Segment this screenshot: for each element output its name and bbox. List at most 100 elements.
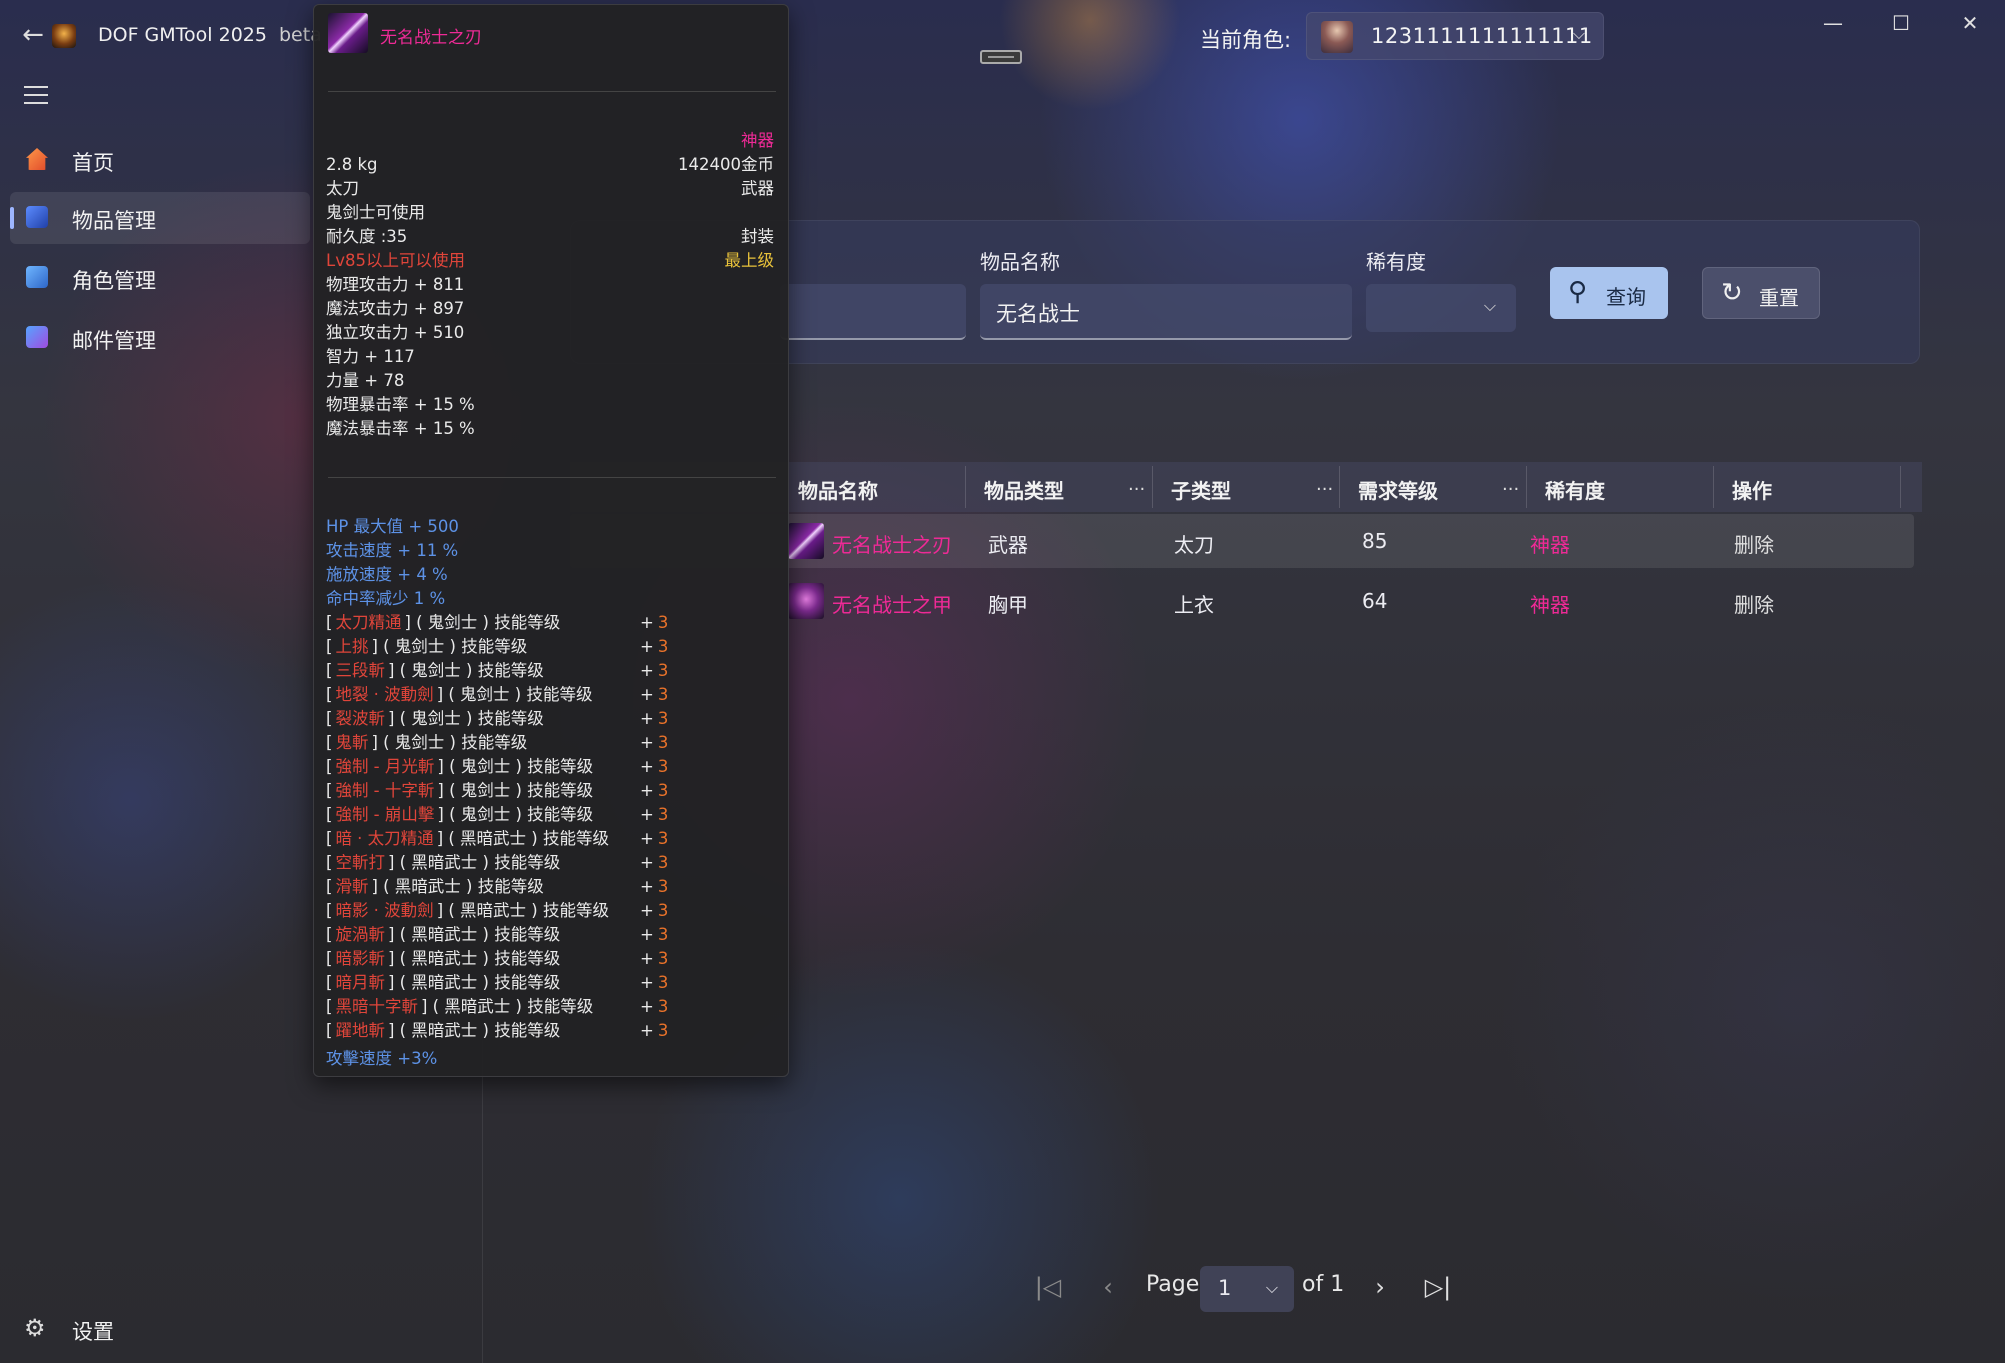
sidebar-item-label: 邮件管理: [72, 329, 156, 353]
chevron-down-icon: ⌵: [1483, 296, 1496, 315]
col-level-menu[interactable]: ...: [1502, 474, 1519, 495]
menu-icon[interactable]: [24, 86, 48, 104]
col-name[interactable]: 物品名称: [798, 475, 878, 504]
settings-button[interactable]: 设置: [72, 1316, 114, 1346]
col-subtype[interactable]: 子类型: [1171, 475, 1231, 504]
skill-name: 上挑: [335, 637, 369, 656]
skill-bonus: +3: [640, 995, 668, 1019]
sidebar-item-label: 角色管理: [72, 269, 156, 293]
col-type[interactable]: 物品类型: [984, 475, 1064, 504]
skill-close: ]: [371, 877, 378, 896]
skill-bonus: +3: [640, 1019, 668, 1043]
skill-close: ]: [371, 637, 378, 656]
tooltip-skill-row: [黑暗十字斬] ( 黑暗武士 ) 技能等级 +3: [326, 995, 786, 1019]
column-divider[interactable]: [1152, 466, 1153, 508]
skill-value: 3: [657, 973, 669, 992]
page-label: Page: [1146, 1272, 1200, 1297]
tooltip-stat: 物理暴击率 + 15 %: [326, 395, 475, 414]
column-divider[interactable]: [1713, 466, 1714, 508]
rarity-select[interactable]: ⌵: [1366, 284, 1516, 332]
column-divider[interactable]: [1339, 466, 1340, 508]
first-page-icon[interactable]: |◁: [1030, 1270, 1066, 1306]
tooltip-skill-row: [地裂 · 波動劍] ( 鬼剑士 ) 技能等级 +3: [326, 683, 786, 707]
tooltip-category: 武器: [741, 179, 774, 198]
col-type-menu[interactable]: ...: [1128, 474, 1145, 495]
tooltip-skill-row: [強制 - 十字斬] ( 鬼剑士 ) 技能等级 +3: [326, 779, 786, 803]
tooltip-sealed: 封装: [741, 227, 774, 246]
skill-desc: ( 黑暗武士 ) 技能等级: [399, 925, 561, 944]
next-page-icon[interactable]: ›: [1362, 1270, 1398, 1306]
skill-open: [: [326, 877, 333, 896]
skill-plus: +: [640, 973, 654, 992]
tooltip-skill-row: [強制 - 崩山擊] ( 鬼剑士 ) 技能等级 +3: [326, 803, 786, 827]
skill-close: ]: [436, 685, 444, 704]
refresh-icon: ↻: [1721, 278, 1743, 308]
skill-bonus: +3: [640, 851, 668, 875]
item-tooltip: 无名战士之刃 神器 2.8 kg 142400金币 太刀 武器 鬼剑士可使用 耐…: [313, 4, 789, 1077]
gear-icon[interactable]: ⚙: [24, 1316, 48, 1340]
skill-desc: ( 鬼剑士 ) 技能等级: [416, 613, 561, 632]
item-subtype: 上衣: [1174, 593, 1214, 617]
item-icon: [788, 583, 824, 619]
skill-desc: ( 鬼剑士 ) 技能等级: [449, 757, 594, 776]
column-divider[interactable]: [1526, 466, 1527, 508]
page-select[interactable]: 1 ⌵: [1200, 1266, 1294, 1312]
skill-plus: +: [640, 733, 654, 752]
skill-plus: +: [640, 709, 654, 728]
col-action[interactable]: 操作: [1732, 475, 1772, 504]
col-subtype-menu[interactable]: ...: [1316, 474, 1333, 495]
skill-open: [: [326, 637, 333, 656]
drag-handle[interactable]: [980, 50, 1022, 64]
col-rarity[interactable]: 稀有度: [1545, 475, 1605, 504]
divider: [328, 91, 776, 92]
tooltip-skill-row: [暗月斬] ( 黑暗武士 ) 技能等级 +3: [326, 971, 786, 995]
sidebar-item-items[interactable]: 物品管理: [10, 192, 310, 244]
last-page-icon[interactable]: ▷|: [1420, 1270, 1456, 1306]
skill-close: ]: [387, 709, 395, 728]
sidebar-item-home[interactable]: 首页: [10, 134, 310, 186]
maximize-button[interactable]: ☐: [1871, 8, 1931, 38]
query-button[interactable]: ⚲ 查询: [1550, 267, 1668, 319]
role-select[interactable]: 1231111111111111 ⌵: [1306, 12, 1604, 60]
skill-name: 強制 - 十字斬: [335, 781, 435, 800]
skill-close: ]: [387, 661, 395, 680]
skill-value: 3: [657, 829, 669, 848]
prev-page-icon[interactable]: ‹: [1090, 1270, 1126, 1306]
sidebar-item-roles[interactable]: 角色管理: [10, 252, 310, 304]
skill-bonus: +3: [640, 611, 668, 635]
chevron-down-icon: ⌵: [1265, 1278, 1278, 1297]
skill-value: 3: [657, 997, 669, 1016]
reset-button[interactable]: ↻ 重置: [1702, 267, 1820, 319]
page-total: of 1: [1302, 1272, 1345, 1297]
tooltip-skill-row: [上挑] ( 鬼剑士 ) 技能等级 +3: [326, 635, 786, 659]
item-name-input[interactable]: 无名战士: [980, 284, 1352, 340]
delete-button[interactable]: 删除: [1734, 589, 1774, 618]
skill-desc: ( 鬼剑士 ) 技能等级: [399, 661, 544, 680]
filter-input-left[interactable]: [780, 284, 966, 340]
delete-button[interactable]: 删除: [1734, 529, 1774, 558]
skill-bonus: +3: [640, 971, 668, 995]
tooltip-skill-row: [滑斬] ( 黑暗武士 ) 技能等级 +3: [326, 875, 786, 899]
skill-plus: +: [640, 853, 654, 872]
tooltip-durability: 耐久度 :35: [326, 227, 408, 246]
column-divider[interactable]: [965, 466, 966, 508]
close-button[interactable]: ✕: [1940, 8, 2000, 38]
sidebar-item-mail[interactable]: 邮件管理: [10, 312, 310, 364]
tooltip-skill-row: [三段斬] ( 鬼剑士 ) 技能等级 +3: [326, 659, 786, 683]
minimize-button[interactable]: —: [1803, 8, 1863, 38]
skill-bonus: +3: [640, 923, 668, 947]
tooltip-stat: 魔法暴击率 + 15 %: [326, 419, 475, 438]
item-level: 64: [1362, 589, 1388, 613]
col-level[interactable]: 需求等级: [1358, 475, 1438, 504]
skill-close: ]: [437, 805, 444, 824]
skill-name: 強制 - 月光斬: [335, 757, 435, 776]
skill-value: 3: [657, 805, 669, 824]
column-divider[interactable]: [1900, 466, 1901, 508]
tooltip-usable: 鬼剑士可使用: [326, 203, 425, 222]
tooltip-skill-row: [空斬打] ( 黑暗武士 ) 技能等级 +3: [326, 851, 786, 875]
sidebar-item-label: 首页: [72, 151, 114, 175]
back-icon[interactable]: ←: [16, 20, 50, 54]
skill-open: [: [326, 781, 333, 800]
skill-open: [: [326, 1021, 333, 1040]
item-rarity: 神器: [1530, 593, 1570, 617]
